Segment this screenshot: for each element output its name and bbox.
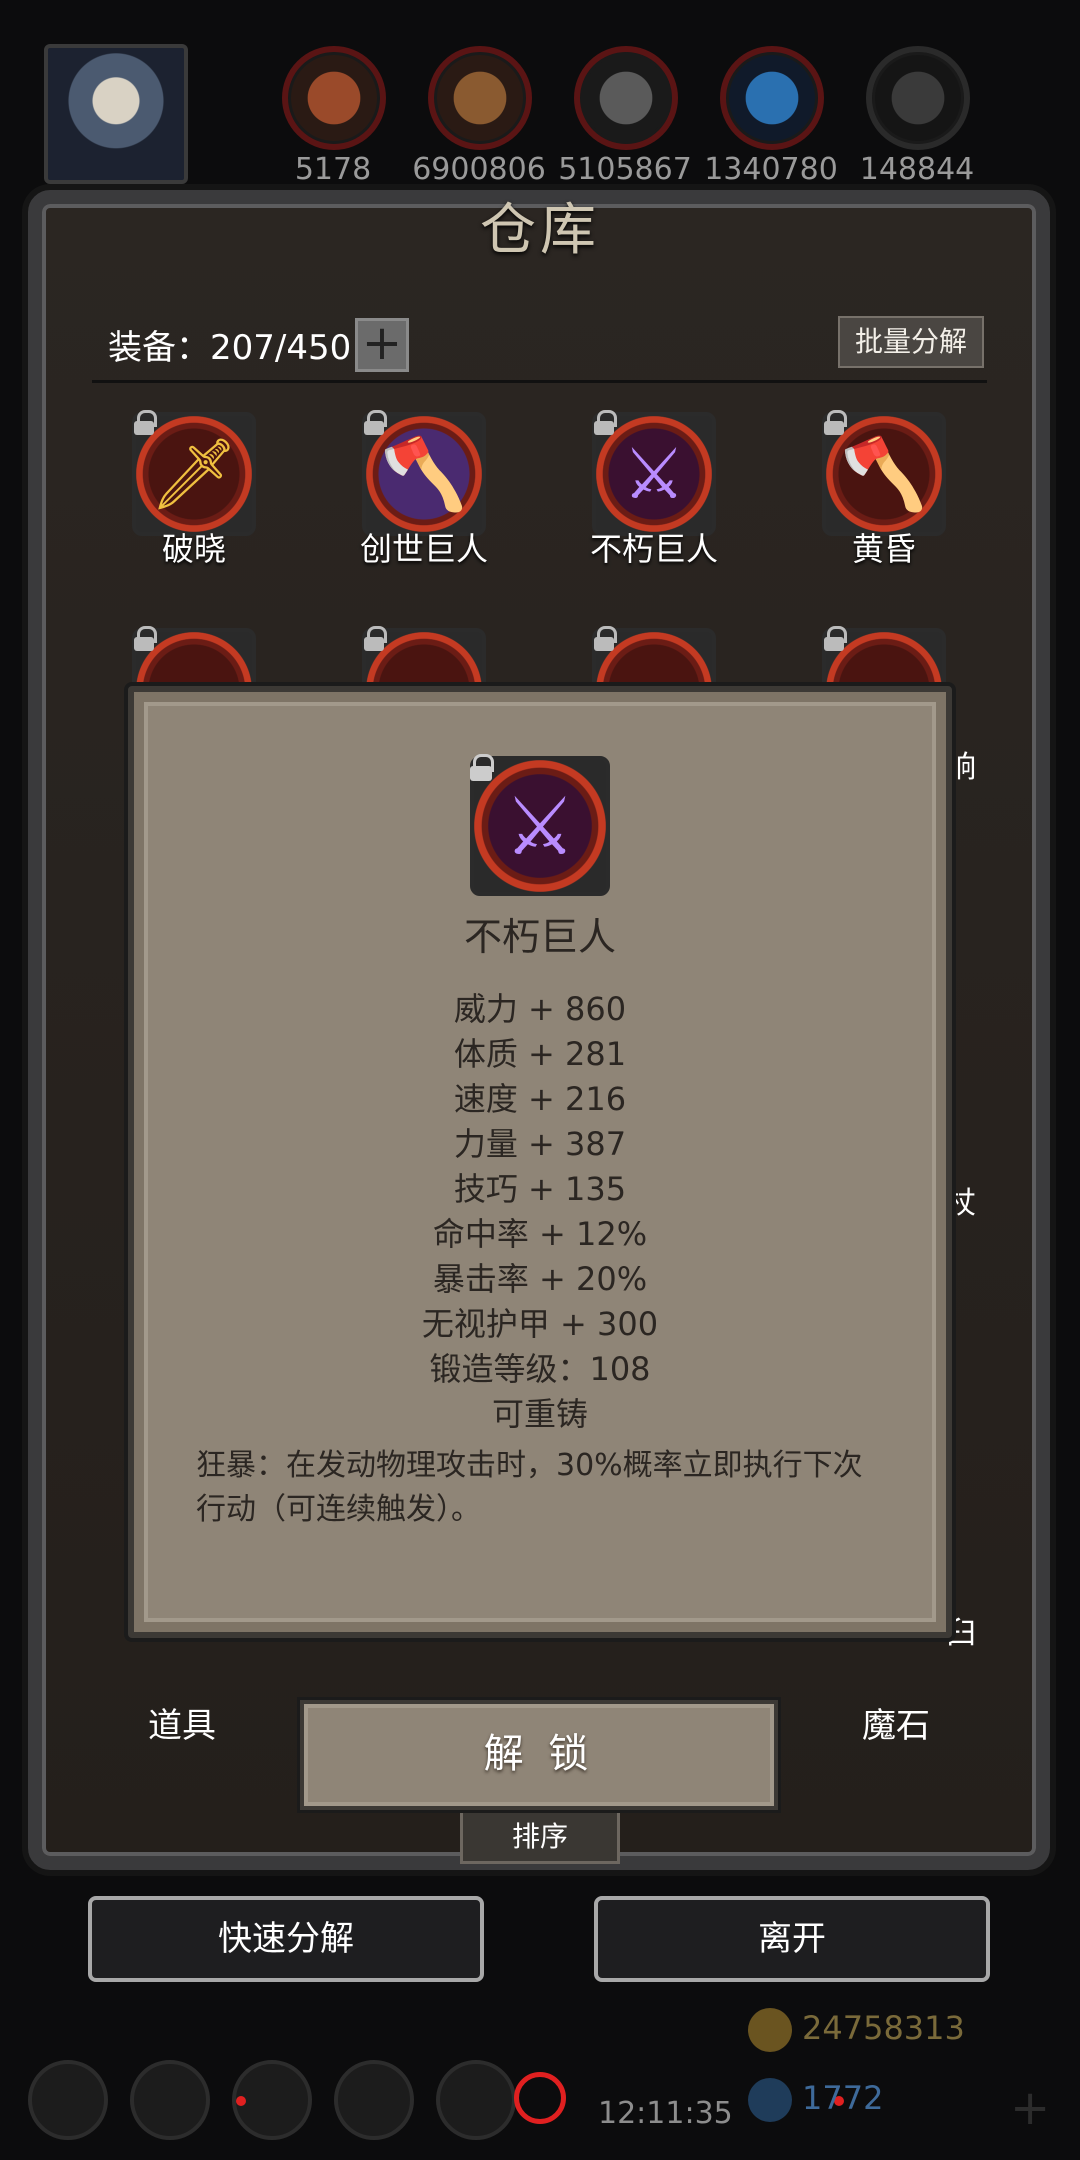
- lock-icon: [362, 626, 387, 652]
- resource-value-meat: 5178: [294, 152, 372, 187]
- item-label: 破晓: [161, 530, 226, 568]
- meat-icon: [282, 46, 386, 150]
- crystal-icon: [720, 46, 824, 150]
- mail-icon[interactable]: [334, 2060, 414, 2140]
- notification-dot: [236, 2096, 246, 2106]
- expand-capacity-button[interactable]: +: [355, 318, 409, 372]
- lock-icon: [822, 626, 847, 652]
- item-label: 不朽巨人: [589, 530, 718, 568]
- stone-icon: [866, 46, 970, 150]
- gold-counter: 24758313: [748, 2008, 965, 2058]
- bag-icon[interactable]: [436, 2060, 516, 2140]
- stat-skill: 技巧 + 135: [453, 1170, 627, 1208]
- popup-item-name: 不朽巨人: [463, 915, 616, 959]
- item-slot-immortal-giant[interactable]: ⚔: [592, 410, 716, 536]
- settings-icon[interactable]: [28, 2060, 108, 2140]
- gem-value: 1772: [802, 2079, 884, 2117]
- stat-power: 威力 + 860: [453, 990, 627, 1028]
- resource-value-crystal: 1340780: [704, 152, 838, 187]
- sword-icon: 🗡: [149, 432, 239, 515]
- tab-magic-stones[interactable]: 魔石: [862, 1698, 930, 1747]
- item-slot-dawn[interactable]: 🗡: [132, 410, 256, 536]
- tab-items[interactable]: 道具: [148, 1698, 216, 1747]
- stat-ignore-armor: 无视护甲 + 300: [421, 1305, 659, 1343]
- battleaxe-icon: 🪓: [380, 432, 468, 515]
- clock: 12:11:35: [598, 2096, 733, 2131]
- sort-button[interactable]: 排序: [460, 1810, 620, 1864]
- lock-icon: [592, 626, 617, 652]
- equipment-count: 装备：207/450: [108, 328, 352, 368]
- spiked-axe-icon: ⚔: [504, 779, 576, 873]
- wood-icon: [428, 46, 532, 150]
- stat-strength: 力量 + 387: [453, 1125, 627, 1163]
- gold-value: 24758313: [802, 2009, 965, 2047]
- item-label: 黄昏: [851, 530, 916, 568]
- warehouse-title: 仓库: [480, 198, 600, 263]
- gem-counter: 1772: [748, 2078, 883, 2128]
- bulk-decompose-button[interactable]: 批量分解: [838, 316, 984, 368]
- stat-forge-level: 锻造等级：108: [429, 1350, 651, 1388]
- spiked-axe-icon: ⚔: [622, 433, 686, 515]
- gold-coin-icon: [748, 2008, 792, 2052]
- resource-bar: 5178 6900806 5105867 1340780 148844: [0, 0, 1080, 187]
- gem-icon: [748, 2078, 792, 2122]
- item-slot-genesis-giant[interactable]: 🪓: [362, 410, 486, 536]
- resource-value-wood: 6900806: [412, 152, 546, 187]
- touch-indicator: [514, 2072, 566, 2124]
- stat-speed: 速度 + 216: [453, 1080, 627, 1118]
- unlock-button[interactable]: 解 锁: [300, 1700, 778, 1810]
- skill-description: 狂暴：在发动物理攻击时，30%概率立即执行下次行动（可连续触发）。: [196, 1448, 863, 1527]
- stat-hit-rate: 命中率 + 12%: [432, 1215, 648, 1253]
- stat-crit-rate: 暴击率 + 20%: [432, 1260, 648, 1298]
- iron-icon: [574, 46, 678, 150]
- plus-icon[interactable]: +: [1010, 2080, 1050, 2136]
- resource-value-stone: 148844: [859, 152, 975, 187]
- player-avatar[interactable]: [44, 44, 188, 184]
- achievement-icon[interactable]: [130, 2060, 210, 2140]
- popup-item-icon: ⚔: [470, 754, 610, 896]
- divider: [92, 380, 987, 383]
- stat-constitution: 体质 + 281: [453, 1035, 627, 1073]
- stat-reforgeable: 可重铸: [491, 1395, 588, 1433]
- item-slot-dusk[interactable]: 🪓: [822, 410, 946, 536]
- quick-decompose-button[interactable]: 快速分解: [88, 1896, 484, 1982]
- leave-button[interactable]: 离开: [594, 1896, 990, 1982]
- golden-axe-icon: 🪓: [840, 432, 928, 515]
- resource-value-iron: 5105867: [558, 152, 692, 187]
- lock-icon: [132, 626, 157, 652]
- item-label: 创世巨人: [359, 530, 488, 568]
